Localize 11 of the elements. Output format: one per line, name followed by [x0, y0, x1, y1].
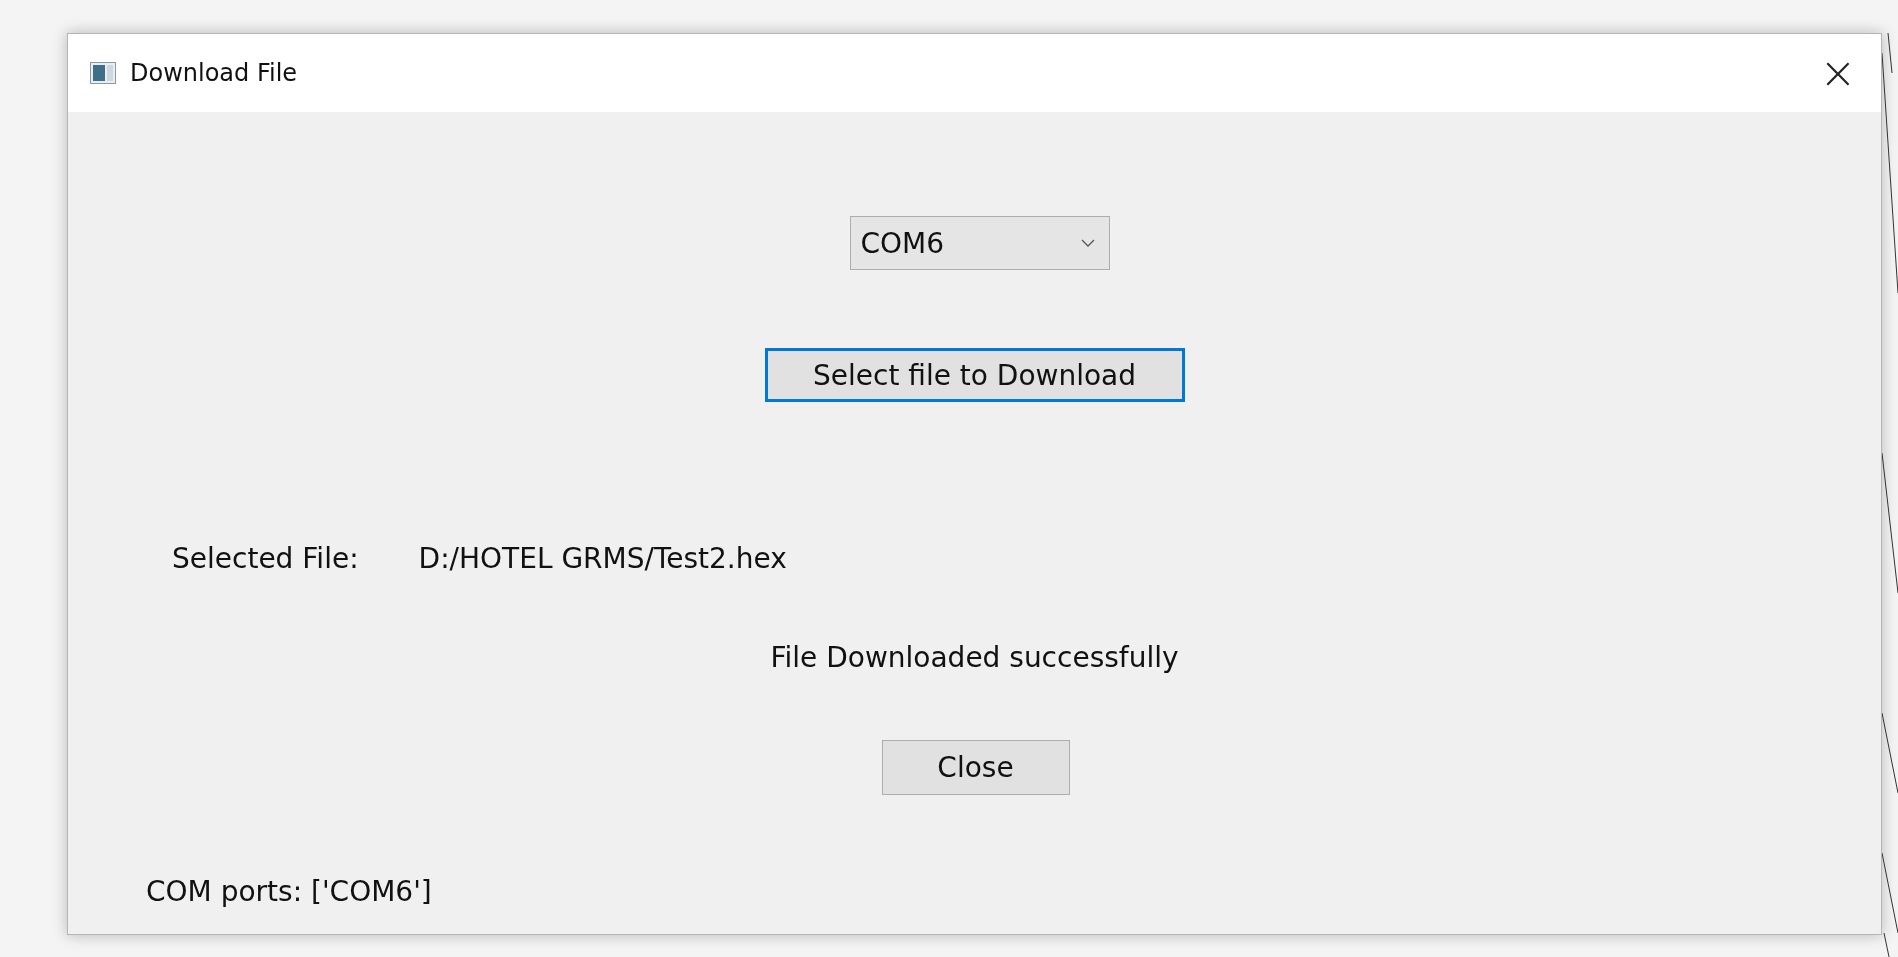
- close-dialog-button[interactable]: Close: [881, 740, 1070, 795]
- selected-file-path: D:/HOTEL GRMS/Test2.hex: [418, 542, 787, 575]
- com-ports-text: COM ports: ['COM6']: [146, 875, 432, 908]
- selected-file-label: Selected File:: [172, 542, 359, 575]
- status-message: File Downloaded successfully: [770, 641, 1179, 674]
- window-icon: [90, 62, 116, 84]
- window-title: Download File: [130, 59, 299, 87]
- select-file-button[interactable]: Select file to Download: [764, 348, 1185, 402]
- port-dropdown[interactable]: COM6: [849, 216, 1110, 270]
- chevron-down-icon: [1080, 239, 1095, 247]
- close-button[interactable]: ×: [1803, 43, 1873, 103]
